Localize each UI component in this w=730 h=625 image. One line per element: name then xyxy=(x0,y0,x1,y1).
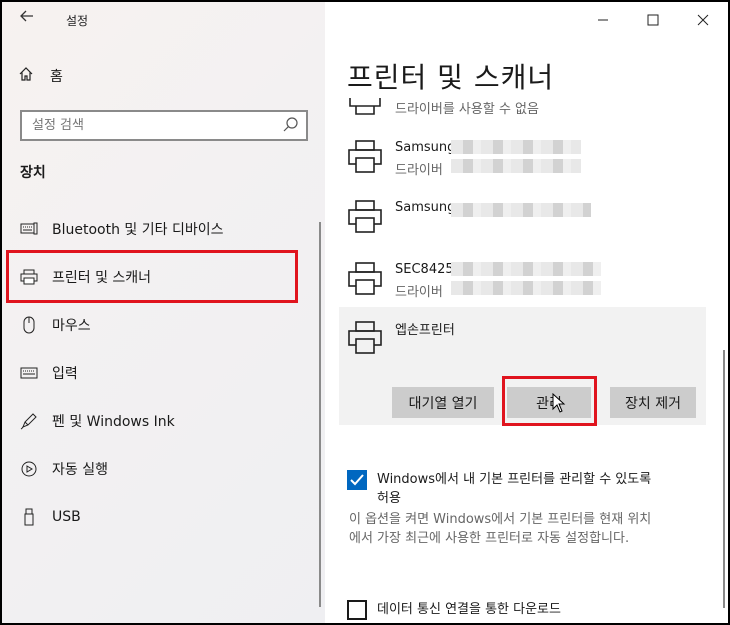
window-controls xyxy=(578,2,728,38)
usb-icon xyxy=(20,508,38,526)
checkbox-label: 데이터 통신 연결을 통한 다운로드 xyxy=(377,602,561,617)
search-box[interactable] xyxy=(20,110,308,141)
printer-item[interactable]: SEC8425 드라이버 xyxy=(347,260,707,304)
maximize-button[interactable] xyxy=(628,2,678,38)
checkbox-label: 허용 xyxy=(377,491,401,506)
redacted-text xyxy=(451,140,581,154)
mouse-icon xyxy=(20,316,38,334)
sidebar-item-pen[interactable]: 펜 및 Windows Ink xyxy=(2,397,325,445)
redacted-text xyxy=(451,281,601,295)
printer-icon xyxy=(349,98,381,115)
search-input[interactable] xyxy=(22,112,272,139)
title-bar: 설정 xyxy=(2,2,325,38)
printer-item[interactable]: Samsung 드라이버 xyxy=(347,138,707,182)
sidebar-item-label: 자동 실행 xyxy=(52,462,108,478)
mouse-cursor-icon xyxy=(552,393,566,413)
sidebar-scrollbar[interactable] xyxy=(319,222,321,607)
printer-name: Samsung xyxy=(395,140,456,155)
content-scrollbar[interactable] xyxy=(723,350,725,608)
page-title: 프린터 및 스캐너 xyxy=(347,61,555,94)
open-queue-button[interactable]: 대기열 열기 xyxy=(392,387,494,418)
metered-download-setting: 데이터 통신 연결을 통한 다운로드 xyxy=(347,600,707,622)
sidebar-item-label: Bluetooth 및 기타 디바이스 xyxy=(52,222,224,238)
checkbox-label: Windows에서 내 기본 프린터를 관리할 수 있도록 xyxy=(377,472,652,487)
printer-name: SEC8425 xyxy=(395,262,454,277)
sidebar-item-bluetooth[interactable]: Bluetooth 및 기타 디바이스 xyxy=(2,205,325,253)
pen-icon xyxy=(20,412,38,430)
close-button[interactable] xyxy=(678,2,728,38)
printer-icon xyxy=(348,200,382,233)
printer-icon xyxy=(348,262,382,295)
manage-button-highlight xyxy=(502,376,597,426)
sidebar-item-label: 마우스 xyxy=(52,318,91,334)
default-printer-setting: Windows에서 내 기본 프린터를 관리할 수 있도록 허용 이 옵션을 켜… xyxy=(347,470,707,550)
redacted-text xyxy=(451,203,591,217)
metered-download-checkbox[interactable] xyxy=(347,600,367,620)
search-icon[interactable] xyxy=(282,116,300,134)
printer-name: Samsung xyxy=(395,200,456,215)
sidebar: 설정 홈 장치 Bluetooth 및 기타 디바이스 xyxy=(2,2,325,623)
remove-device-button[interactable]: 장치 제거 xyxy=(610,387,696,418)
sidebar-item-label: USB xyxy=(52,509,81,525)
sidebar-item-label: 펜 및 Windows Ink xyxy=(52,414,175,430)
keyboard-icon xyxy=(20,364,38,382)
printer-status: 드라이버를 사용할 수 없음 xyxy=(395,102,539,117)
sidebar-item-label: 입력 xyxy=(52,366,78,382)
printer-item-partial[interactable]: 드라이버를 사용할 수 없음 xyxy=(347,98,707,118)
sidebar-item-usb[interactable]: USB xyxy=(2,493,325,541)
nav-home-label: 홈 xyxy=(50,69,63,85)
autoplay-icon xyxy=(20,460,38,478)
redacted-text xyxy=(451,159,581,173)
selected-item-highlight xyxy=(6,250,298,303)
section-title: 장치 xyxy=(20,165,46,181)
printer-name: 엡손프린터 xyxy=(395,323,455,338)
app-title: 설정 xyxy=(66,14,89,28)
printer-status: 드라이버 xyxy=(395,163,443,178)
printer-icon xyxy=(348,321,382,354)
redacted-text xyxy=(451,262,601,276)
sidebar-item-autoplay[interactable]: 자동 실행 xyxy=(2,445,325,493)
setting-description: 이 옵션을 켜면 Windows에서 기본 프린터를 현재 위치 xyxy=(349,512,652,527)
main-content: 프린터 및 스캐너 드라이버를 사용할 수 없음 Samsung 드라이버 Sa… xyxy=(325,2,728,623)
bluetooth-devices-icon xyxy=(20,220,38,238)
nav-home[interactable]: 홈 xyxy=(18,64,63,88)
printer-status: 드라이버 xyxy=(395,285,443,300)
sidebar-item-typing[interactable]: 입력 xyxy=(2,349,325,397)
home-icon xyxy=(18,66,38,86)
setting-description: 에서 가장 최근에 사용한 프린터로 자동 설정합니다. xyxy=(349,531,630,546)
settings-window: 설정 홈 장치 Bluetooth 및 기타 디바이스 xyxy=(2,2,728,623)
back-arrow-icon[interactable] xyxy=(16,8,38,30)
default-printer-checkbox[interactable] xyxy=(347,470,367,490)
printer-item[interactable]: Samsung xyxy=(347,198,707,238)
printer-icon xyxy=(348,140,382,173)
minimize-button[interactable] xyxy=(578,2,628,38)
sidebar-item-mouse[interactable]: 마우스 xyxy=(2,301,325,349)
